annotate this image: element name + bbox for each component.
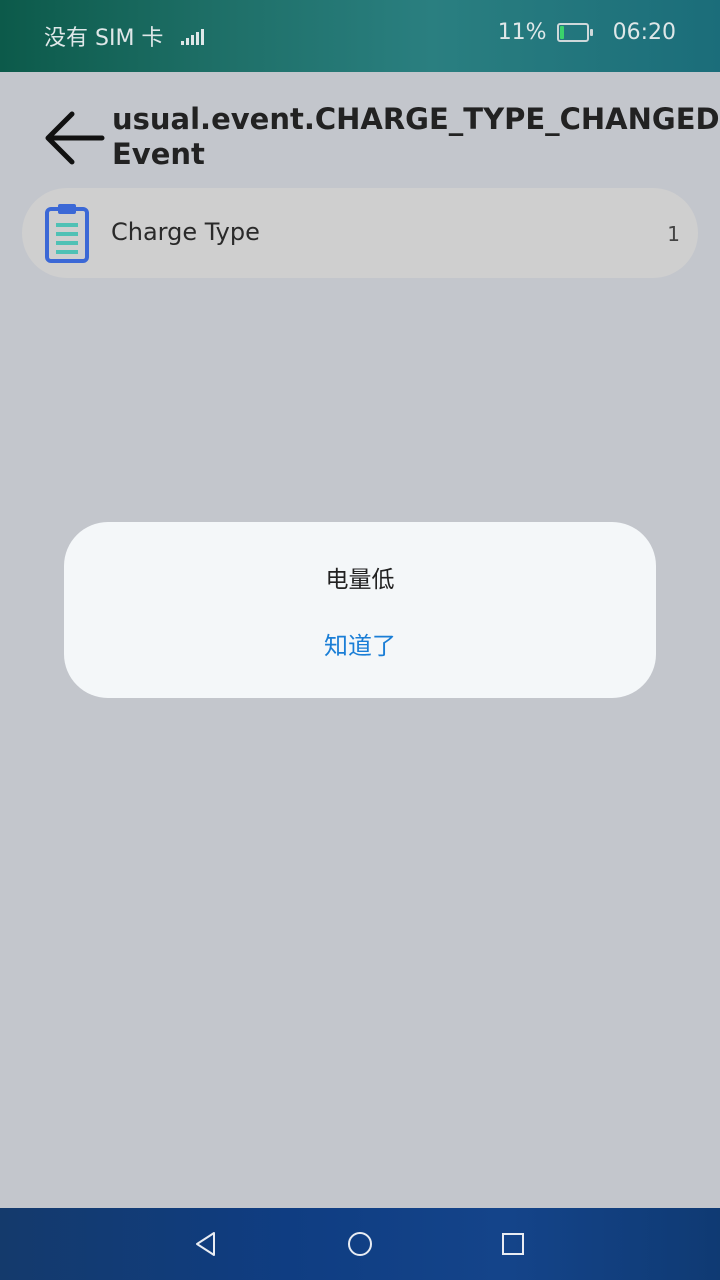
nav-back-button[interactable] bbox=[188, 1226, 224, 1262]
arrow-left-icon bbox=[45, 111, 105, 165]
battery-icon bbox=[556, 23, 593, 42]
list-item-label: Charge Type bbox=[111, 218, 260, 246]
alert-dialog: 电量低 知道了 bbox=[64, 522, 656, 698]
status-left: 没有 SIM 卡 bbox=[44, 20, 205, 52]
back-button[interactable] bbox=[40, 104, 108, 172]
square-recents-icon bbox=[502, 1233, 524, 1255]
triangle-back-icon bbox=[196, 1232, 215, 1256]
nav-home-button[interactable] bbox=[342, 1226, 378, 1262]
clipboard-icon bbox=[45, 204, 89, 263]
circle-home-icon bbox=[348, 1232, 372, 1256]
battery-percent: 11% bbox=[497, 20, 547, 45]
nav-recents-button[interactable] bbox=[495, 1226, 531, 1262]
status-right: 11% 06:20 bbox=[498, 20, 676, 45]
list-item-value: 1 bbox=[667, 222, 680, 246]
list-item-charge-type[interactable]: Charge Type 1 bbox=[22, 188, 698, 278]
page-title: usual.event.CHARGE_TYPE_CHANGED Event bbox=[112, 102, 720, 171]
carrier-text: 没有 SIM 卡 bbox=[44, 26, 164, 51]
signal-icon bbox=[181, 27, 205, 45]
status-bar: 没有 SIM 卡 11% 06:20 bbox=[0, 0, 720, 72]
clock: 06:20 bbox=[612, 20, 676, 45]
dialog-message: 电量低 bbox=[325, 567, 395, 593]
dialog-confirm-button[interactable]: 知道了 bbox=[64, 626, 656, 661]
navigation-bar bbox=[0, 1208, 720, 1280]
